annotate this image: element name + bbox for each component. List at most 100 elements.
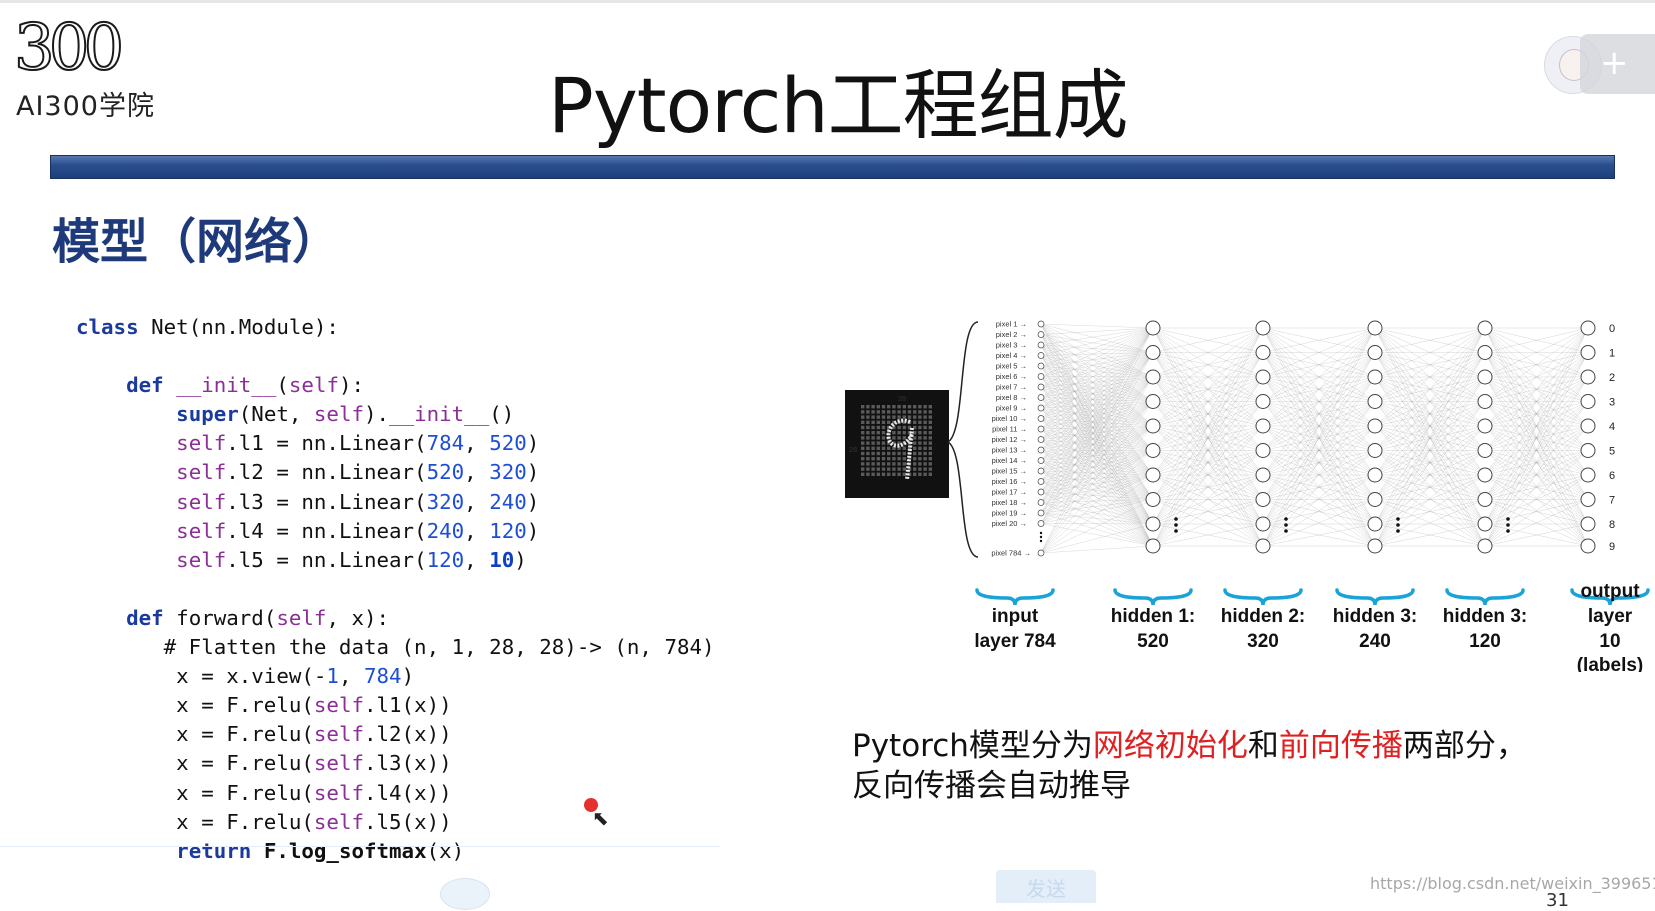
layer-label-line2: 240 xyxy=(1359,631,1391,652)
pixel-cell xyxy=(892,467,896,471)
pixel-cell xyxy=(881,420,886,424)
ellipsis-dot xyxy=(1506,523,1510,527)
input-pixel-label: pixel 9 → xyxy=(996,404,1027,413)
input-pixel-label: pixel 15 → xyxy=(992,467,1027,476)
pixel-cell xyxy=(876,441,880,445)
pixel-cell xyxy=(928,472,932,476)
pixel-cell xyxy=(866,457,870,461)
ellipsis-dot xyxy=(1396,517,1400,521)
pixel-cell xyxy=(928,425,932,430)
pixel-cell xyxy=(861,472,865,476)
ellipsis-dot xyxy=(1039,535,1043,539)
code-token: ) xyxy=(526,489,540,514)
pixel-cell xyxy=(866,446,870,450)
pixel-cell xyxy=(902,405,906,409)
code-token: ) xyxy=(526,460,540,485)
pixel-cell xyxy=(861,436,865,440)
pixel-cell xyxy=(897,451,901,456)
layer-brace xyxy=(975,588,1055,606)
code-token: ) xyxy=(401,664,415,689)
pixel-cell xyxy=(918,410,922,414)
output-node xyxy=(1580,345,1596,360)
pixel-cell xyxy=(913,451,917,456)
code-token: self xyxy=(313,402,364,427)
pixel-cell xyxy=(887,462,891,466)
input-node xyxy=(1037,509,1045,517)
input-pixel-label: pixel 5 → xyxy=(996,362,1027,371)
input-pixel-label: pixel 3 → xyxy=(996,341,1027,350)
pixel-cell xyxy=(918,446,922,450)
add-icon[interactable]: + xyxy=(1580,34,1655,94)
code-line: def forward(self, x): xyxy=(76,606,389,630)
output-node xyxy=(1580,394,1596,409)
pixel-cell xyxy=(918,441,922,445)
pixel-cell xyxy=(928,457,932,461)
ellipsis-dot xyxy=(1039,539,1043,543)
hidden-node xyxy=(1367,418,1383,434)
description-part1: Pytorch模型分为 xyxy=(852,728,1093,764)
pixel-cell xyxy=(902,467,906,471)
pixel-cell xyxy=(861,467,865,471)
code-token: self xyxy=(313,809,364,834)
hidden-node xyxy=(1367,516,1383,532)
pixel-cell xyxy=(918,436,922,440)
code-token: .l4(x)) xyxy=(364,780,452,805)
connection-line xyxy=(1040,327,1154,493)
pixel-cell xyxy=(913,420,917,424)
input-node xyxy=(1037,467,1045,475)
send-button[interactable]: 发送 xyxy=(996,870,1096,903)
pixel-cell xyxy=(861,431,865,435)
input-node xyxy=(1037,488,1045,496)
code-token: .l1 = nn.Linear( xyxy=(226,431,427,456)
logo: 300 AI300学院 xyxy=(12,15,212,122)
hidden-node xyxy=(1477,443,1493,458)
pixel-cell xyxy=(887,457,891,461)
pixel-cell xyxy=(923,441,927,445)
hidden-node xyxy=(1255,418,1271,434)
pixel-cell xyxy=(902,462,906,466)
code-token: ) xyxy=(514,547,527,572)
output-node xyxy=(1580,320,1596,336)
connection-line xyxy=(1040,376,1154,430)
ellipsis-dot xyxy=(1396,523,1400,527)
pixel-cell xyxy=(861,405,865,409)
pixel-cell xyxy=(902,446,906,450)
code-token: , x): xyxy=(326,605,390,630)
pixel-cell xyxy=(866,436,870,440)
input-pixel-label: pixel 11 → xyxy=(992,425,1027,434)
code-token: # Flatten the data (n, 1, 28, 28)-> (n, … xyxy=(76,635,715,660)
code-line: # Flatten the data (n, 1, 28, 28)-> (n, … xyxy=(76,635,715,659)
code-token: 240 xyxy=(489,489,527,514)
pixel-cell xyxy=(866,420,870,424)
page-number: 31 xyxy=(1546,890,1569,911)
code-token: .l5 = nn.Linear( xyxy=(226,547,427,572)
connection-line xyxy=(1040,499,1154,554)
chat-bubble-icon[interactable] xyxy=(440,878,490,910)
connection-line xyxy=(1040,376,1154,440)
code-token: , xyxy=(464,547,490,572)
pixel-cell xyxy=(892,462,896,466)
input-pixel-label: pixel 19 → xyxy=(992,509,1027,518)
hidden-node xyxy=(1367,467,1383,483)
output-label: 3 xyxy=(1609,397,1615,409)
input-node xyxy=(1037,499,1045,506)
input-node xyxy=(1037,478,1045,485)
ellipsis-dot xyxy=(1396,529,1400,533)
description-highlight-init: 网络初始化 xyxy=(1092,728,1248,764)
pixel-cell xyxy=(923,472,927,476)
output-label: 0 xyxy=(1609,323,1615,335)
pixel-cell xyxy=(918,431,922,435)
pixel-cell xyxy=(897,436,901,440)
pixel-cell xyxy=(897,431,901,435)
output-label: 4 xyxy=(1609,421,1615,433)
description-highlight-forward: 前向传播 xyxy=(1278,728,1403,764)
pixel-cell xyxy=(918,415,922,419)
code-token: .l1(x)) xyxy=(364,693,452,718)
code-token: .l4 = nn.Linear( xyxy=(226,518,427,543)
layer-brace xyxy=(1113,588,1193,606)
top-border xyxy=(0,0,1655,3)
code-token: , xyxy=(464,518,490,543)
output-node xyxy=(1580,443,1596,458)
